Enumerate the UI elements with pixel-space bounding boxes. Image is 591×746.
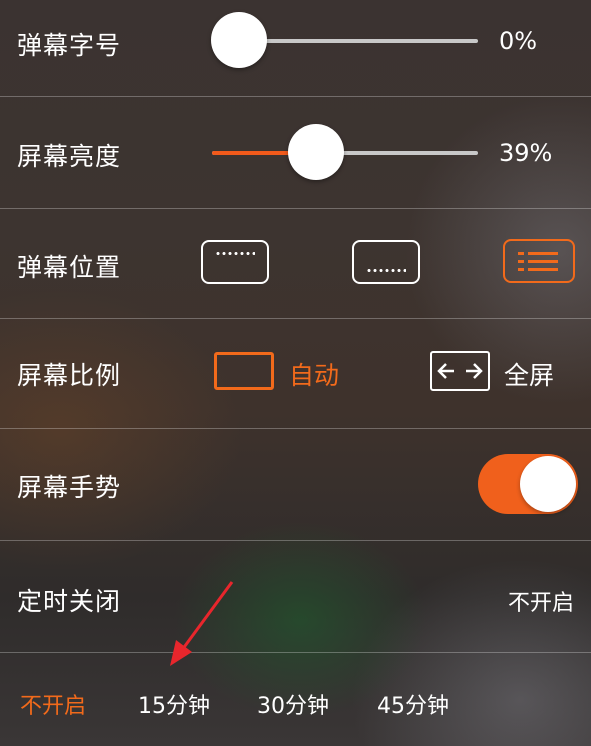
danmu-position-row: 弹幕位置 xyxy=(0,208,591,319)
gesture-label: 屏幕手势 xyxy=(17,473,122,502)
brightness-slider-knob[interactable] xyxy=(287,124,344,180)
dotted-line-top-icon xyxy=(215,252,255,255)
danmu-size-row: 弹幕字号 0% xyxy=(0,0,591,97)
sleep-timer-current-value: 不开启 xyxy=(507,591,574,616)
brightness-label: 屏幕亮度 xyxy=(17,142,122,171)
sleep-timer-label: 定时关闭 xyxy=(17,587,122,616)
fullscreen-ratio-label[interactable]: 全屏 xyxy=(504,356,554,392)
aspect-ratio-label: 屏幕比例 xyxy=(17,361,122,390)
danmu-position-full-button[interactable] xyxy=(503,239,575,283)
timer-option-15[interactable]: 15分钟 xyxy=(138,688,210,720)
timer-option-30[interactable]: 30分钟 xyxy=(257,688,329,720)
brightness-row: 屏幕亮度 39% xyxy=(0,96,591,209)
sleep-timer-row: 定时关闭 不开启 xyxy=(0,540,591,653)
danmu-position-top-button[interactable] xyxy=(201,240,269,284)
annotation-arrow-icon xyxy=(170,581,234,666)
danmu-size-label: 弹幕字号 xyxy=(17,31,122,60)
aspect-ratio-row: 屏幕比例 自动 全屏 xyxy=(0,318,591,429)
gesture-toggle[interactable] xyxy=(478,454,578,514)
player-settings-panel: 弹幕字号 0% 屏幕亮度 39% 弹幕位置 屏幕比例 自动 全屏 屏幕手势 定时… xyxy=(0,0,591,746)
danmu-position-label: 弹幕位置 xyxy=(17,253,122,282)
danmu-size-slider-knob[interactable] xyxy=(211,12,267,68)
arrows-horizontal-icon xyxy=(437,363,483,379)
auto-ratio-label[interactable]: 自动 xyxy=(289,356,339,392)
brightness-value: 39% xyxy=(499,139,553,167)
fullscreen-ratio-button[interactable] xyxy=(430,351,490,391)
danmu-size-value: 0% xyxy=(499,27,538,55)
dotted-line-bottom-icon xyxy=(366,269,406,272)
auto-ratio-icon[interactable] xyxy=(214,352,274,390)
lines-full-icon xyxy=(518,252,558,271)
danmu-position-bottom-button[interactable] xyxy=(352,240,420,284)
timer-option-off[interactable]: 不开启 xyxy=(20,688,86,720)
gesture-toggle-knob xyxy=(520,456,576,512)
timer-option-45[interactable]: 45分钟 xyxy=(377,688,449,720)
gesture-row: 屏幕手势 xyxy=(0,428,591,541)
